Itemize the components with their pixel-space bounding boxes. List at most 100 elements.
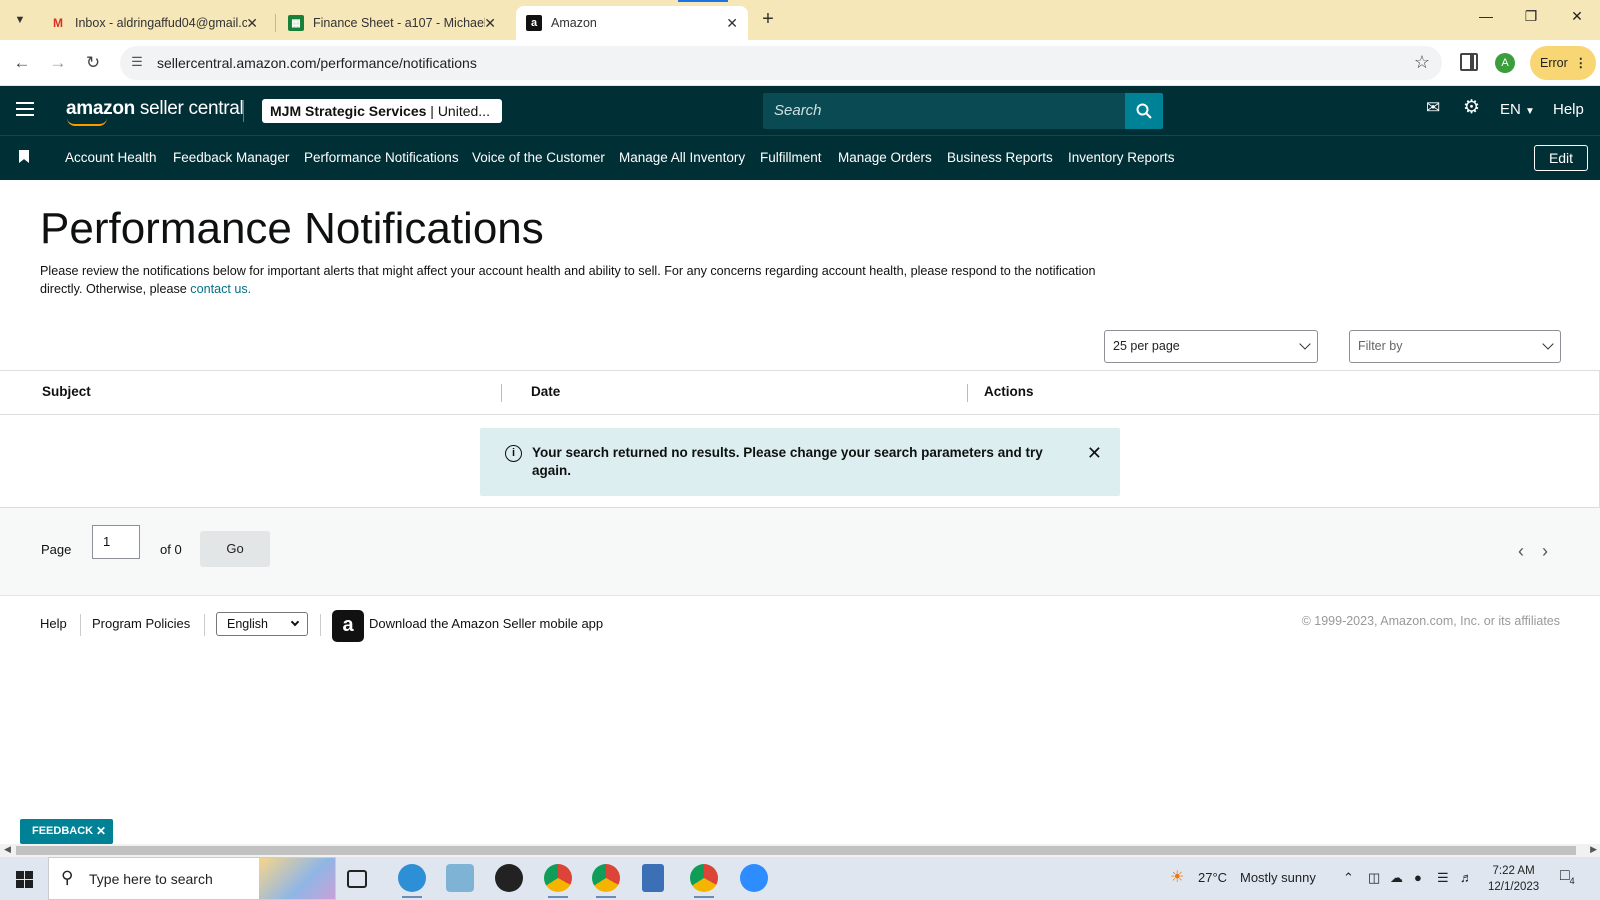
column-date[interactable]: Date xyxy=(531,384,560,399)
weather-sun-icon[interactable]: ☀ xyxy=(1170,867,1184,887)
per-page-select[interactable]: 25 per page xyxy=(1104,330,1318,363)
amazon-app-icon[interactable]: a xyxy=(332,610,364,642)
no-results-alert: i Your search returned no results. Pleas… xyxy=(480,428,1120,496)
search-button[interactable] xyxy=(1125,93,1163,129)
language-select[interactable]: English xyxy=(216,612,308,636)
download-app-link[interactable]: Download the Amazon Seller mobile app xyxy=(369,616,603,631)
pagination-bar: Page 1 of 0 Go ‹ › xyxy=(0,508,1600,596)
go-button[interactable]: Go xyxy=(200,531,270,567)
chevron-up-icon[interactable]: ⌃ xyxy=(1343,870,1354,886)
scrollbar-thumb[interactable] xyxy=(16,846,1576,855)
gear-icon[interactable]: ⚙ xyxy=(1463,96,1480,119)
site-settings-icon[interactable]: ☰ xyxy=(128,54,146,72)
chrome-active-icon[interactable] xyxy=(690,864,718,898)
help-link[interactable]: Help xyxy=(1553,101,1584,118)
close-icon[interactable]: ✕ xyxy=(96,819,106,844)
meet-icon[interactable]: ◫ xyxy=(1368,870,1380,886)
side-panel-icon[interactable] xyxy=(1460,53,1478,71)
more-vert-icon: ⋮ xyxy=(1574,56,1588,70)
footer-help-link[interactable]: Help xyxy=(40,616,67,631)
windows-taskbar: ⚲ Type here to search ☀ 27°C Mostly sunn… xyxy=(0,857,1600,900)
weather-description[interactable]: Mostly sunny xyxy=(1240,870,1316,885)
nav-item-feedback-manager[interactable]: Feedback Manager xyxy=(173,150,289,165)
calculator-icon[interactable] xyxy=(642,864,664,892)
search-highlight-image xyxy=(259,858,335,899)
chevron-left-icon[interactable]: ‹ xyxy=(1518,541,1524,562)
reload-icon[interactable]: ↻ xyxy=(82,52,104,74)
close-icon[interactable]: ✕ xyxy=(246,15,258,32)
tab-finance-sheet[interactable]: ▦ Finance Sheet - a107 - Michael ✕ xyxy=(278,6,506,40)
tab-search-chevron-icon[interactable]: ▼ xyxy=(8,8,32,32)
column-actions: Actions xyxy=(984,384,1034,399)
nav-item-fulfillment[interactable]: Fulfillment xyxy=(760,150,822,165)
header-search-input[interactable]: Search xyxy=(763,93,1125,129)
page-number-input[interactable]: 1 xyxy=(92,525,140,559)
program-policies-link[interactable]: Program Policies xyxy=(92,616,190,631)
weather-temperature[interactable]: 27°C xyxy=(1198,870,1227,885)
seller-central-nav: Account Health Feedback Manager Performa… xyxy=(0,135,1600,180)
hamburger-menu-icon[interactable] xyxy=(16,102,34,116)
chrome-profile-2-icon[interactable] xyxy=(592,864,620,898)
window-close-icon[interactable]: ✕ xyxy=(1565,8,1589,32)
close-icon[interactable]: ✕ xyxy=(726,15,738,32)
chevron-down-icon xyxy=(1542,338,1554,350)
windows-start-icon[interactable] xyxy=(16,871,33,888)
close-icon[interactable]: ✕ xyxy=(484,15,496,32)
feedback-button[interactable]: FEEDBACK ✕ xyxy=(20,819,113,844)
profile-avatar[interactable]: A xyxy=(1495,53,1515,73)
scroll-left-icon[interactable]: ◀ xyxy=(4,844,11,855)
mail-icon[interactable]: ✉ xyxy=(1426,98,1440,118)
minimize-icon[interactable]: — xyxy=(1474,8,1498,32)
page-title: Performance Notifications xyxy=(40,204,544,253)
edit-nav-button[interactable]: Edit xyxy=(1534,145,1588,171)
browser-toolbar: ← → ↻ ☰ sellercentral.amazon.com/perform… xyxy=(0,40,1600,86)
search-icon: ⚲ xyxy=(61,868,74,887)
bookmark-star-icon[interactable]: ☆ xyxy=(1414,52,1430,73)
chevron-down-icon xyxy=(1299,338,1311,350)
cloud-sync-icon[interactable]: ☁ xyxy=(1390,870,1403,886)
nav-item-voice-of-customer[interactable]: Voice of the Customer xyxy=(472,150,605,165)
seller-central-header: amazon seller central MJM Strategic Serv… xyxy=(0,86,1600,135)
recorder-app-icon[interactable] xyxy=(495,864,523,892)
forward-arrow-icon[interactable]: → xyxy=(47,52,69,74)
address-bar[interactable]: ☰ sellercentral.amazon.com/performance/n… xyxy=(120,46,1442,80)
back-arrow-icon[interactable]: ← xyxy=(11,52,33,74)
nav-item-account-health[interactable]: Account Health xyxy=(65,150,157,165)
files-app-icon[interactable] xyxy=(446,864,474,892)
nav-item-inventory-reports[interactable]: Inventory Reports xyxy=(1068,150,1175,165)
nav-item-business-reports[interactable]: Business Reports xyxy=(947,150,1053,165)
tab-amazon[interactable]: a Amazon ✕ xyxy=(516,6,748,40)
error-button[interactable]: Error ⋮ xyxy=(1530,46,1596,80)
scroll-right-icon[interactable]: ▶ xyxy=(1590,844,1597,855)
amazon-seller-central-logo[interactable]: amazon seller central xyxy=(66,98,244,120)
horizontal-scrollbar[interactable]: ◀ ▶ xyxy=(0,844,1600,857)
url-text[interactable]: sellercentral.amazon.com/performance/not… xyxy=(157,55,477,71)
zoom-icon[interactable] xyxy=(740,864,768,892)
browser-tab-strip: ▼ M Inbox - aldringaffud04@gmail.c ✕ ▦ F… xyxy=(0,0,1600,40)
close-icon[interactable]: ✕ xyxy=(1087,443,1102,464)
new-tab-plus-icon[interactable]: + xyxy=(756,8,780,32)
language-selector[interactable]: EN ▼ xyxy=(1500,101,1535,118)
contact-us-link[interactable]: contact us. xyxy=(190,282,251,296)
nav-item-manage-orders[interactable]: Manage Orders xyxy=(838,150,932,165)
wifi-icon[interactable]: ☰ xyxy=(1437,870,1449,886)
filter-by-select[interactable]: Filter by xyxy=(1349,330,1561,363)
restore-icon[interactable]: ❐ xyxy=(1519,8,1543,32)
bookmark-icon[interactable] xyxy=(19,150,29,163)
task-view-icon[interactable] xyxy=(347,870,367,888)
taskbar-search-input[interactable]: ⚲ Type here to search xyxy=(48,857,336,900)
nav-item-manage-all-inventory[interactable]: Manage All Inventory xyxy=(619,150,745,165)
system-clock[interactable]: 7:22 AM 12/1/2023 xyxy=(1488,863,1539,895)
column-subject[interactable]: Subject xyxy=(42,384,91,399)
loading-indicator xyxy=(678,0,728,2)
telegram-icon[interactable] xyxy=(398,864,426,898)
microphone-icon[interactable]: ● xyxy=(1414,870,1422,885)
store-selector[interactable]: MJM Strategic Services | United... xyxy=(262,99,502,123)
tab-gmail[interactable]: M Inbox - aldringaffud04@gmail.c ✕ xyxy=(40,6,268,40)
chrome-profile-1-icon[interactable] xyxy=(544,864,572,898)
speaker-icon[interactable]: ♬ xyxy=(1460,870,1473,885)
sheets-icon: ▦ xyxy=(288,15,304,31)
nav-item-performance-notifications[interactable]: Performance Notifications xyxy=(304,150,459,165)
notifications-icon[interactable]: □4 xyxy=(1560,867,1575,886)
chevron-right-icon[interactable]: › xyxy=(1542,541,1548,562)
